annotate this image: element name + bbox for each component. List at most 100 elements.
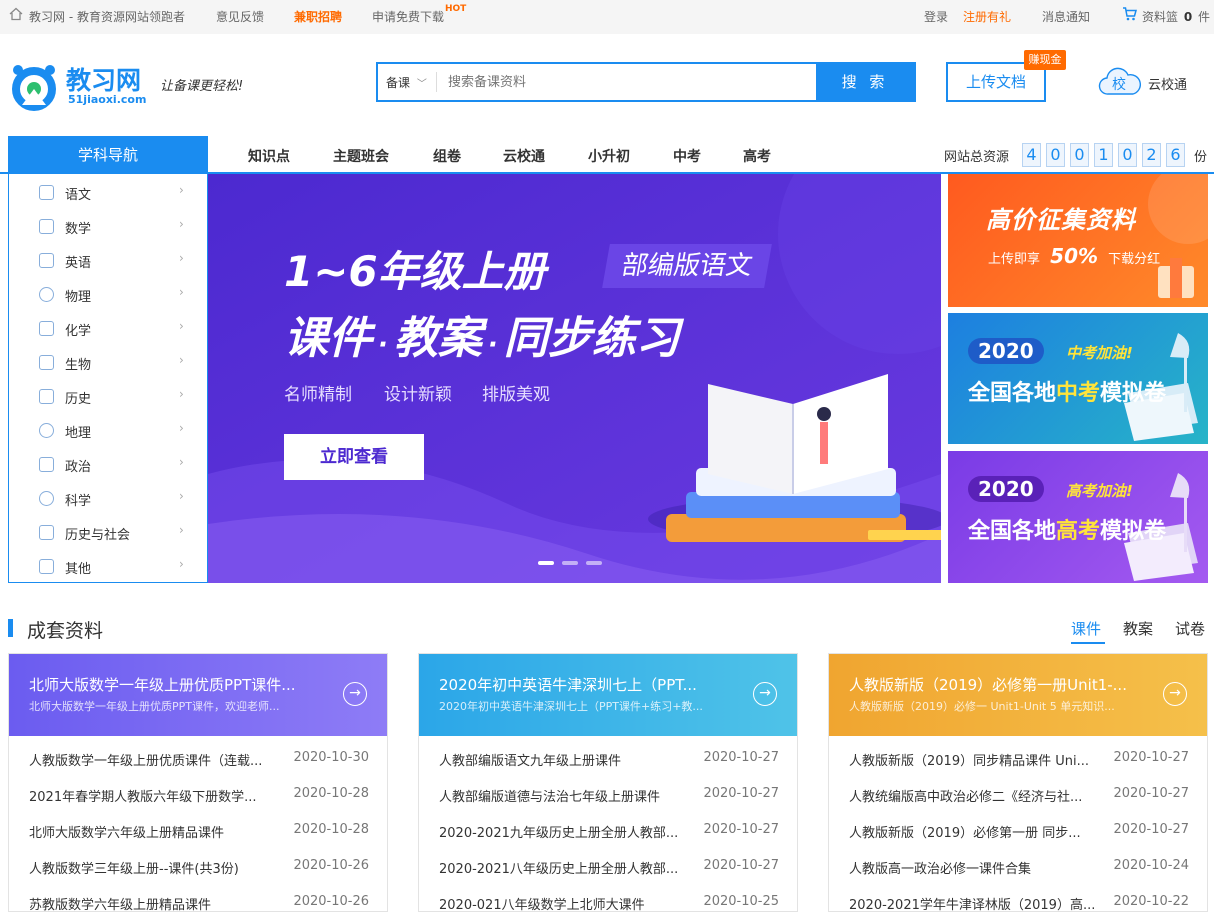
carousel-dot[interactable] <box>562 561 578 565</box>
banner-word: 课件 <box>284 313 372 364</box>
total-digit: 1 <box>1094 143 1113 167</box>
login-link[interactable]: 登录 <box>924 8 948 25</box>
site-slogan-link[interactable]: 教习网 - 教育资源网站领跑者 <box>29 8 185 25</box>
nav-item-zhongkao[interactable]: 中考 <box>673 146 701 166</box>
tab-test-papers[interactable]: 试卷 <box>1175 618 1205 639</box>
register-link[interactable]: 注册有礼 <box>963 8 1011 25</box>
promo-zhongkao-mock[interactable]: 2020 中考加油! 全国各地中考模拟卷 <box>948 313 1208 444</box>
chevron-right-icon: › <box>179 251 184 265</box>
sidebar-item-politics[interactable]: 政治 › <box>9 447 207 481</box>
list-item[interactable]: 2020-2021八年级历史上册全册人教部... 2020-10-27 <box>439 858 779 878</box>
list-item[interactable]: 人教统编版高中政治必修二《经济与社... 2020-10-27 <box>849 786 1189 806</box>
chevron-right-icon: › <box>179 285 184 299</box>
sidebar-item-label: 政治 <box>65 460 92 475</box>
cloud-school-char: 校 <box>1112 77 1126 93</box>
search-divider <box>436 72 437 92</box>
collection-card-header[interactable]: 人教版新版（2019）必修第一册Unit1-... 人教版新版（2019）必修一… <box>829 654 1207 736</box>
bulb-icon <box>39 491 54 506</box>
collection-card: 北师大版数学一年级上册优质PPT课件... 北师大版数学一年级上册优质PPT课件… <box>8 653 388 914</box>
list-item[interactable]: 人教版数学一年级上册优质课件（连载... 2020-10-30 <box>29 750 369 770</box>
sidebar-item-biology[interactable]: 生物 › <box>9 345 207 379</box>
hero-banner[interactable]: 1~6年级上册 部编版语文 课件 · 教案 · 同步练习 名师精制 设计新颖 排版美观 … <box>208 174 941 583</box>
subject-nav-toggle[interactable]: 学科导航 <box>8 136 208 174</box>
arrow-right-icon[interactable]: → <box>753 682 777 706</box>
banner-cta-button[interactable]: 立即查看 <box>284 434 424 480</box>
list-item[interactable]: 2021年春学期人教版六年级下册数学... 2020-10-28 <box>29 786 369 806</box>
total-digit: 0 <box>1046 143 1065 167</box>
nav-item-middle-entry[interactable]: 小升初 <box>588 146 630 166</box>
top-bar: 教习网 - 教育资源网站领跑者 意见反馈 兼职招聘 申请免费下载 HOT 登录 … <box>0 0 1214 34</box>
total-resources-label: 网站总资源 <box>944 150 1010 165</box>
collection-card-header[interactable]: 北师大版数学一年级上册优质PPT课件... 北师大版数学一年级上册优质PPT课件… <box>9 654 387 736</box>
tab-lesson-plans[interactable]: 教案 <box>1123 618 1153 639</box>
list-item[interactable]: 人教版新版（2019）同步精品课件 Uni... 2020-10-27 <box>849 750 1189 770</box>
site-logo[interactable]: 教习网 51jiaoxi.com 让备课更轻松! <box>8 59 278 119</box>
search-input[interactable] <box>440 64 815 100</box>
sidebar-item-other[interactable]: 其他 › <box>9 549 207 583</box>
list-item-title: 人教版高一政治必修一课件合集 <box>849 862 1032 877</box>
list-item[interactable]: 苏教版数学六年级上册精品课件 2020-10-26 <box>29 894 369 914</box>
list-item[interactable]: 人教版新版（2019）必修第一册 同步... 2020-10-27 <box>849 822 1189 842</box>
basket-link[interactable]: 资料篮 0 件 <box>1142 8 1210 25</box>
sidebar-item-history-society[interactable]: 历史与社会 › <box>9 515 207 549</box>
hot-badge: HOT <box>445 4 467 14</box>
list-item[interactable]: 北师大版数学六年级上册精品课件 2020-10-28 <box>29 822 369 842</box>
chevron-right-icon: › <box>179 489 184 503</box>
list-item-date: 2020-10-27 <box>1113 786 1189 801</box>
collection-title: 人教版新版（2019）必修第一册Unit1-... <box>849 676 1127 694</box>
carousel-dot-active[interactable] <box>538 561 554 565</box>
nav-item-knowledge[interactable]: 知识点 <box>248 146 290 166</box>
home-icon[interactable] <box>9 7 23 24</box>
list-item-title: 人教部编版语文九年级上册课件 <box>439 754 622 769</box>
search-button[interactable]: 搜 索 <box>816 64 914 100</box>
basket-label: 资料篮 <box>1142 10 1179 24</box>
list-item-title: 2020-2021九年级历史上册全册人教部... <box>439 826 679 841</box>
nav-item-cloud-school[interactable]: 云校通 <box>503 146 545 166</box>
sidebar-item-physics[interactable]: 物理 › <box>9 277 207 311</box>
carousel-dot[interactable] <box>586 561 602 565</box>
list-item[interactable]: 人教部编版语文九年级上册课件 2020-10-27 <box>439 750 779 770</box>
jobs-link[interactable]: 兼职招聘 <box>294 8 342 25</box>
list-item[interactable]: 2020-2021九年级历史上册全册人教部... 2020-10-27 <box>439 822 779 842</box>
promo-year: 2020 <box>968 476 1044 502</box>
sidebar-item-chemistry[interactable]: 化学 › <box>9 311 207 345</box>
chevron-right-icon: › <box>179 217 184 231</box>
search-category-select[interactable]: 备课 ﹀ <box>386 74 427 91</box>
list-item[interactable]: 人教版高一政治必修一课件合集 2020-10-24 <box>849 858 1189 878</box>
total-digit: 2 <box>1142 143 1161 167</box>
messages-link[interactable]: 消息通知 <box>1042 8 1090 25</box>
promo-collect-materials[interactable]: 高价征集资料 上传即享 50% 下载分红 <box>948 174 1208 307</box>
list-item[interactable]: 2020-021八年级数学上北师大课件 2020-10-25 <box>439 894 779 914</box>
list-item[interactable]: 人教版数学三年级上册--课件(共3份) 2020-10-26 <box>29 858 369 878</box>
chevron-right-icon: › <box>179 319 184 333</box>
list-item[interactable]: 人教部编版道德与法治七年级上册课件 2020-10-27 <box>439 786 779 806</box>
nav-item-gaokao[interactable]: 高考 <box>743 146 771 166</box>
chevron-right-icon: › <box>179 421 184 435</box>
nav-item-paper-builder[interactable]: 组卷 <box>433 146 461 166</box>
sidebar-item-math[interactable]: 数学 › <box>9 209 207 243</box>
sidebar-item-chinese[interactable]: 语文 › <box>9 175 207 209</box>
collection-card-header[interactable]: 2020年初中英语牛津深圳七上（PPT... 2020年初中英语牛津深圳七上（P… <box>419 654 797 736</box>
banner-feature: 排版美观 <box>482 385 550 405</box>
cloud-school-link[interactable]: 云校通 <box>1148 74 1187 93</box>
cart-icon[interactable] <box>1122 7 1137 24</box>
sidebar-item-label: 其他 <box>65 562 92 577</box>
list-item-title: 苏教版数学六年级上册精品课件 <box>29 898 212 913</box>
banner-word: 教案 <box>393 313 482 364</box>
promo-gaokao-mock[interactable]: 2020 高考加油! 全国各地高考模拟卷 <box>948 451 1208 583</box>
subject-sidebar: 语文 › 数学 › 英语 › 物理 › 化学 › 生物 › 历史 › 地理 › 政治 › 科学 › … <box>8 174 208 583</box>
sidebar-item-english[interactable]: 英语 › <box>9 243 207 277</box>
tab-courseware[interactable]: 课件 <box>1071 618 1101 639</box>
list-item[interactable]: 2020-2021学年牛津译林版（2019）高... 2020-10-22 <box>849 894 1189 914</box>
sidebar-item-history[interactable]: 历史 › <box>9 379 207 413</box>
arrow-right-icon[interactable]: → <box>343 682 367 706</box>
nav-item-class-meeting[interactable]: 主题班会 <box>333 146 389 166</box>
cloud-school-icon[interactable]: 校 <box>1098 67 1142 97</box>
free-download-link[interactable]: 申请免费下载 <box>372 8 444 25</box>
list-item-title: 2020-2021八年级历史上册全册人教部... <box>439 862 679 877</box>
sidebar-item-geography[interactable]: 地理 › <box>9 413 207 447</box>
arrow-right-icon[interactable]: → <box>1163 682 1187 706</box>
sidebar-item-science[interactable]: 科学 › <box>9 481 207 515</box>
sidebar-item-label: 生物 <box>65 358 92 373</box>
feedback-link[interactable]: 意见反馈 <box>216 8 264 25</box>
